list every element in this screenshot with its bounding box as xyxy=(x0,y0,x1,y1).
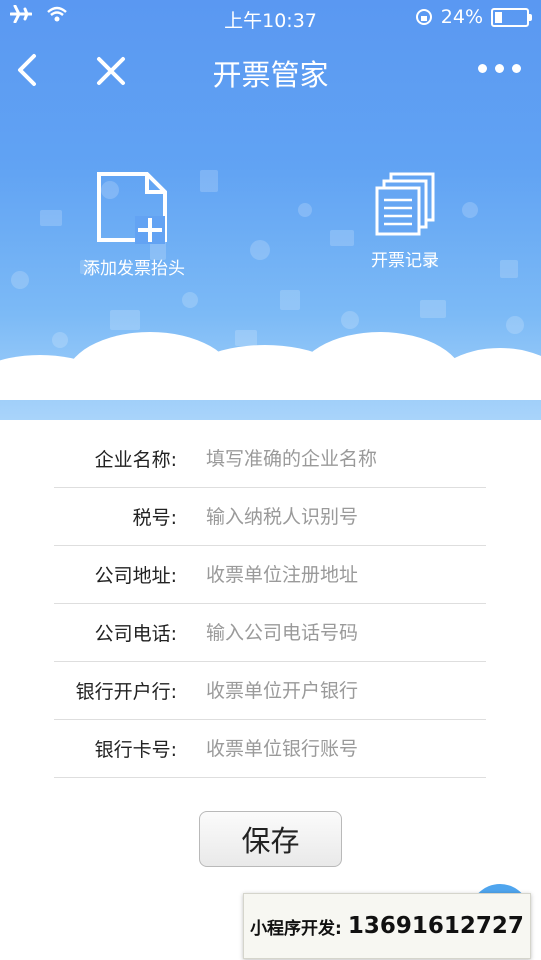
form-row-company-address: 公司地址: xyxy=(54,546,486,604)
invoice-records-label: 开票记录 xyxy=(371,251,439,271)
add-invoice-header-label: 添加发票抬头 xyxy=(83,259,185,279)
form-row-bank-name: 银行开户行: xyxy=(54,662,486,720)
promo-phone: 13691612727 xyxy=(347,913,524,939)
bank-name-label: 银行开户行: xyxy=(75,681,177,703)
battery-fill xyxy=(495,11,502,23)
add-document-icon xyxy=(97,172,167,244)
company-name-input[interactable] xyxy=(204,446,478,471)
status-right: 24% xyxy=(415,6,532,28)
bank-account-input[interactable] xyxy=(204,736,478,761)
form-row-company-name: 企业名称: xyxy=(54,430,486,488)
save-button[interactable]: 保存 xyxy=(199,811,342,867)
navigation-bar: 开票管家 xyxy=(0,36,541,106)
company-phone-input[interactable] xyxy=(204,620,478,645)
records-stack-icon xyxy=(375,172,435,236)
form-row-company-phone: 公司电话: xyxy=(54,604,486,662)
more-menu-button[interactable] xyxy=(478,64,521,73)
form-row-tax-id: 税号: xyxy=(54,488,486,546)
promo-banner: 小程序开发: 13691612727 xyxy=(243,893,531,959)
tax-id-label: 税号: xyxy=(132,507,177,529)
promo-label: 小程序开发: xyxy=(250,918,342,939)
company-address-label: 公司地址: xyxy=(94,565,177,587)
orientation-lock-icon xyxy=(415,9,432,25)
tax-id-input[interactable] xyxy=(204,504,478,529)
form-row-bank-account: 银行卡号: xyxy=(54,720,486,778)
battery-percent: 24% xyxy=(440,6,483,28)
company-name-label: 企业名称: xyxy=(94,449,177,471)
add-invoice-header-button[interactable]: 添加发票抬头 xyxy=(44,172,224,279)
bank-account-label: 银行卡号: xyxy=(94,739,177,761)
header-banner: 上午10:37 24% 开票管家 添加发票抬头 开票记录 xyxy=(0,0,541,420)
invoice-records-button[interactable]: 开票记录 xyxy=(315,172,495,271)
status-bar: 上午10:37 24% xyxy=(0,0,541,36)
battery-icon xyxy=(491,7,532,27)
company-address-input[interactable] xyxy=(204,562,478,587)
bank-name-input[interactable] xyxy=(204,678,478,703)
page-title: 开票管家 xyxy=(212,58,329,92)
invoice-form: 企业名称: 税号: 公司地址: 公司电话: 银行开户行: 银行卡号: xyxy=(54,430,486,778)
company-phone-label: 公司电话: xyxy=(94,623,177,645)
